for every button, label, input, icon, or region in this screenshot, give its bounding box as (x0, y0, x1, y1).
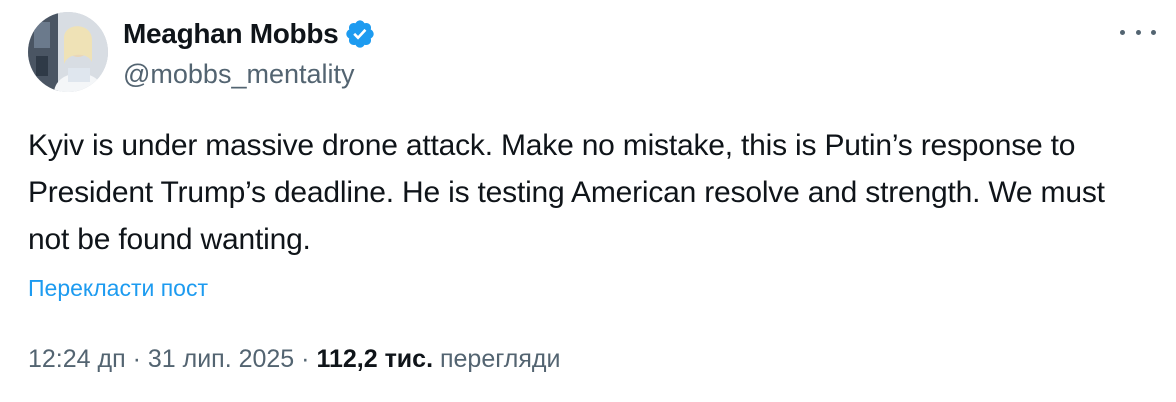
avatar-photo-icon (28, 12, 108, 92)
tweet-date[interactable]: 31 лип. 2025 (148, 345, 294, 373)
author-display-name[interactable]: Meaghan Mobbs (123, 16, 339, 52)
translate-post-link[interactable]: Перекласти пост (28, 272, 208, 304)
views-count[interactable]: 112,2 тис. (316, 345, 433, 373)
author-name-row: Meaghan Mobbs (123, 16, 376, 52)
more-dot (1151, 29, 1156, 35)
tweet-time[interactable]: 12:24 дп (28, 345, 126, 373)
more-options-icon[interactable] (1120, 18, 1156, 46)
meta-separator: · (294, 345, 317, 373)
meta-separator: · (125, 345, 148, 373)
tweet-text: Kyiv is under massive drone attack. Make… (28, 129, 1105, 256)
avatar[interactable] (28, 12, 108, 92)
views-label: перегляди (439, 345, 561, 373)
tweet-meta: 12:24 дп · 31 лип. 2025 · 112,2 тис. пер… (28, 342, 560, 376)
author-handle[interactable]: @mobbs_mentality (123, 56, 355, 92)
more-dot (1135, 29, 1141, 35)
verified-badge-icon[interactable] (344, 18, 376, 50)
tweet-card: Meaghan Mobbs @mobbs_mentality Kyiv is u… (0, 0, 1176, 402)
more-dot (1120, 29, 1125, 35)
